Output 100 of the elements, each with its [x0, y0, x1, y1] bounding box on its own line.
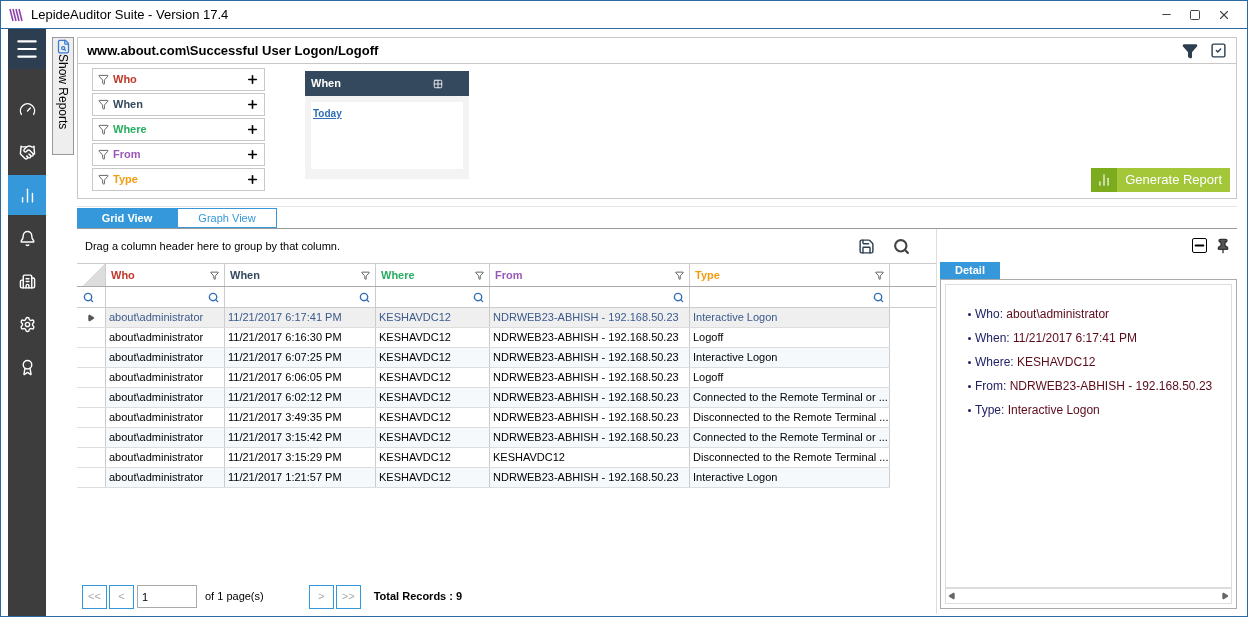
table-cell: about\administrator: [106, 308, 225, 327]
bell-icon: [18, 229, 36, 247]
column-header[interactable]: When: [225, 264, 376, 286]
search-icon: [208, 291, 219, 303]
table-cell: NDRWEB23-ABHISH - 192.168.50.23: [490, 368, 690, 387]
grid-icon[interactable]: [433, 78, 443, 89]
table-cell: Connected to the Remote Terminal or ...: [690, 388, 890, 407]
view-tab[interactable]: Grid View: [77, 208, 177, 228]
column-header[interactable]: From: [490, 264, 690, 286]
save-icon[interactable]: [858, 237, 875, 255]
gauge-icon: [18, 100, 36, 118]
table-cell: Interactive Logon: [690, 348, 890, 367]
table-cell: KESHAVDC12: [376, 388, 490, 407]
table-cell: NDRWEB23-ABHISH - 192.168.50.23: [490, 348, 690, 367]
chart-icon: [1097, 173, 1112, 187]
table-cell: Interactive Logon: [690, 308, 890, 327]
table-cell: KESHAVDC12: [376, 368, 490, 387]
plus-icon[interactable]: [246, 148, 259, 161]
plus-icon[interactable]: [246, 173, 259, 186]
search-icon: [83, 291, 94, 303]
filter-icon: [98, 124, 109, 135]
checkbox-icon[interactable]: [1210, 42, 1227, 59]
plus-icon[interactable]: [246, 98, 259, 111]
detail-item: Type: Interactive Logon: [975, 402, 1100, 419]
scroll-left-icon[interactable]: [948, 592, 956, 600]
table-cell: NDRWEB23-ABHISH - 192.168.50.23: [490, 388, 690, 407]
column-header[interactable]: Where: [376, 264, 490, 286]
filter-label: Who: [113, 72, 137, 88]
when-panel-title: When: [311, 76, 341, 92]
plus-icon[interactable]: [246, 73, 259, 86]
table-cell: 11/21/2017 6:17:41 PM: [225, 308, 376, 327]
table-cell: KESHAVDC12: [376, 308, 490, 327]
filter-row[interactable]: From: [92, 143, 265, 166]
table-cell: Disconnected to the Remote Terminal ...: [690, 448, 890, 467]
column-label: Type: [695, 267, 720, 283]
table-cell: KESHAVDC12: [376, 448, 490, 467]
table-cell: KESHAVDC12: [490, 448, 690, 467]
table-row[interactable]: about\administrator 11/21/2017 6:02:12 PM KESHAVDC12 NDRWEB23-ABHISH - 192.168.50.23 Connected to the Remote Terminal or ...: [77, 388, 890, 408]
filter-icon: [98, 149, 109, 160]
total-records: Total Records : 9: [373, 589, 463, 605]
minimize-icon[interactable]: [1192, 238, 1207, 253]
scroll-right-icon[interactable]: [1221, 592, 1229, 600]
table-cell: 11/21/2017 6:07:25 PM: [225, 348, 376, 367]
table-row[interactable]: about\administrator 11/21/2017 3:15:29 PM KESHAVDC12 KESHAVDC12 Disconnected to the Remote Terminal ...: [77, 448, 890, 468]
table-cell: about\administrator: [106, 428, 225, 447]
table-row[interactable]: about\administrator 11/21/2017 6:17:41 PM KESHAVDC12 NDRWEB23-ABHISH - 192.168.50.23 Interactive Logon: [77, 308, 890, 328]
view-tab[interactable]: Graph View: [177, 208, 277, 228]
bullet-icon: [968, 312, 971, 316]
detail-tab[interactable]: Detail: [940, 262, 1000, 279]
plus-icon[interactable]: [246, 123, 259, 136]
filter-label: Where: [113, 122, 147, 138]
table-cell: NDRWEB23-ABHISH - 192.168.50.23: [490, 468, 690, 487]
table-row[interactable]: about\administrator 11/21/2017 3:49:35 PM KESHAVDC12 NDRWEB23-ABHISH - 192.168.50.23 Disconnected to the Remote Terminal ...: [77, 408, 890, 428]
table-row[interactable]: about\administrator 11/21/2017 6:07:25 PM KESHAVDC12 NDRWEB23-ABHISH - 192.168.50.23 Interactive Logon: [77, 348, 890, 368]
handshake-icon: [18, 143, 36, 161]
table-cell: NDRWEB23-ABHISH - 192.168.50.23: [490, 328, 690, 347]
filter-icon[interactable]: [475, 270, 484, 280]
filter-row[interactable]: Where: [92, 118, 265, 141]
show-reports-tab[interactable]: Show Reports: [52, 37, 74, 155]
app-logo-icon: [9, 7, 23, 22]
table-cell: about\administrator: [106, 408, 225, 427]
settings-icon: [18, 315, 36, 333]
table-row[interactable]: about\administrator 11/21/2017 6:06:05 PM KESHAVDC12 NDRWEB23-ABHISH - 192.168.50.23 Logoff: [77, 368, 890, 388]
horizontal-scrollbar[interactable]: [945, 588, 1232, 604]
pin-icon[interactable]: [1215, 237, 1231, 254]
filter-row[interactable]: Who: [92, 68, 265, 91]
table-cell: 11/21/2017 3:49:35 PM: [225, 408, 376, 427]
table-cell: KESHAVDC12: [376, 468, 490, 487]
detail-item: When: 11/21/2017 6:17:41 PM: [975, 330, 1137, 347]
page-count: of 1 page(s): [205, 589, 264, 605]
filter-icon: [98, 74, 109, 85]
table-row[interactable]: about\administrator 11/21/2017 1:21:57 PM KESHAVDC12 NDRWEB23-ABHISH - 192.168.50.23 Interactive Logon: [77, 468, 890, 488]
filter-icon[interactable]: [875, 270, 884, 280]
report-search-icon: [55, 39, 71, 54]
table-cell: about\administrator: [106, 328, 225, 347]
table-cell: about\administrator: [106, 388, 225, 407]
bullet-icon: [968, 408, 971, 412]
table-row[interactable]: about\administrator 11/21/2017 6:16:30 PM KESHAVDC12 NDRWEB23-ABHISH - 192.168.50.23 Logoff: [77, 328, 890, 348]
filter-icon: [98, 99, 109, 110]
page-input-field[interactable]: 1: [137, 585, 197, 608]
bullet-icon: [968, 336, 971, 340]
column-label: When: [230, 267, 260, 283]
filter-icon[interactable]: [361, 270, 370, 280]
table-cell: Logoff: [690, 328, 890, 347]
table-cell: about\administrator: [106, 448, 225, 467]
filter-label: Type: [113, 172, 138, 188]
filter-icon[interactable]: [210, 270, 219, 280]
table-cell: Disconnected to the Remote Terminal ...: [690, 408, 890, 427]
filter-label: From: [113, 147, 141, 163]
filter-row[interactable]: When: [92, 93, 265, 116]
table-cell: NDRWEB23-ABHISH - 192.168.50.23: [490, 308, 690, 327]
column-header[interactable]: Who: [106, 264, 225, 286]
filter-icon[interactable]: [675, 270, 684, 280]
maximize-icon[interactable]: [1189, 8, 1201, 21]
table-cell: 11/21/2017 3:15:42 PM: [225, 428, 376, 447]
search-icon[interactable]: [893, 237, 910, 255]
table-cell: KESHAVDC12: [376, 348, 490, 367]
today-link[interactable]: Today: [313, 108, 342, 119]
filter-icon[interactable]: [1182, 42, 1198, 59]
table-row[interactable]: about\administrator 11/21/2017 3:15:42 PM KESHAVDC12 NDRWEB23-ABHISH - 192.168.50.23 Connected to the Remote Terminal or ...: [77, 428, 890, 448]
